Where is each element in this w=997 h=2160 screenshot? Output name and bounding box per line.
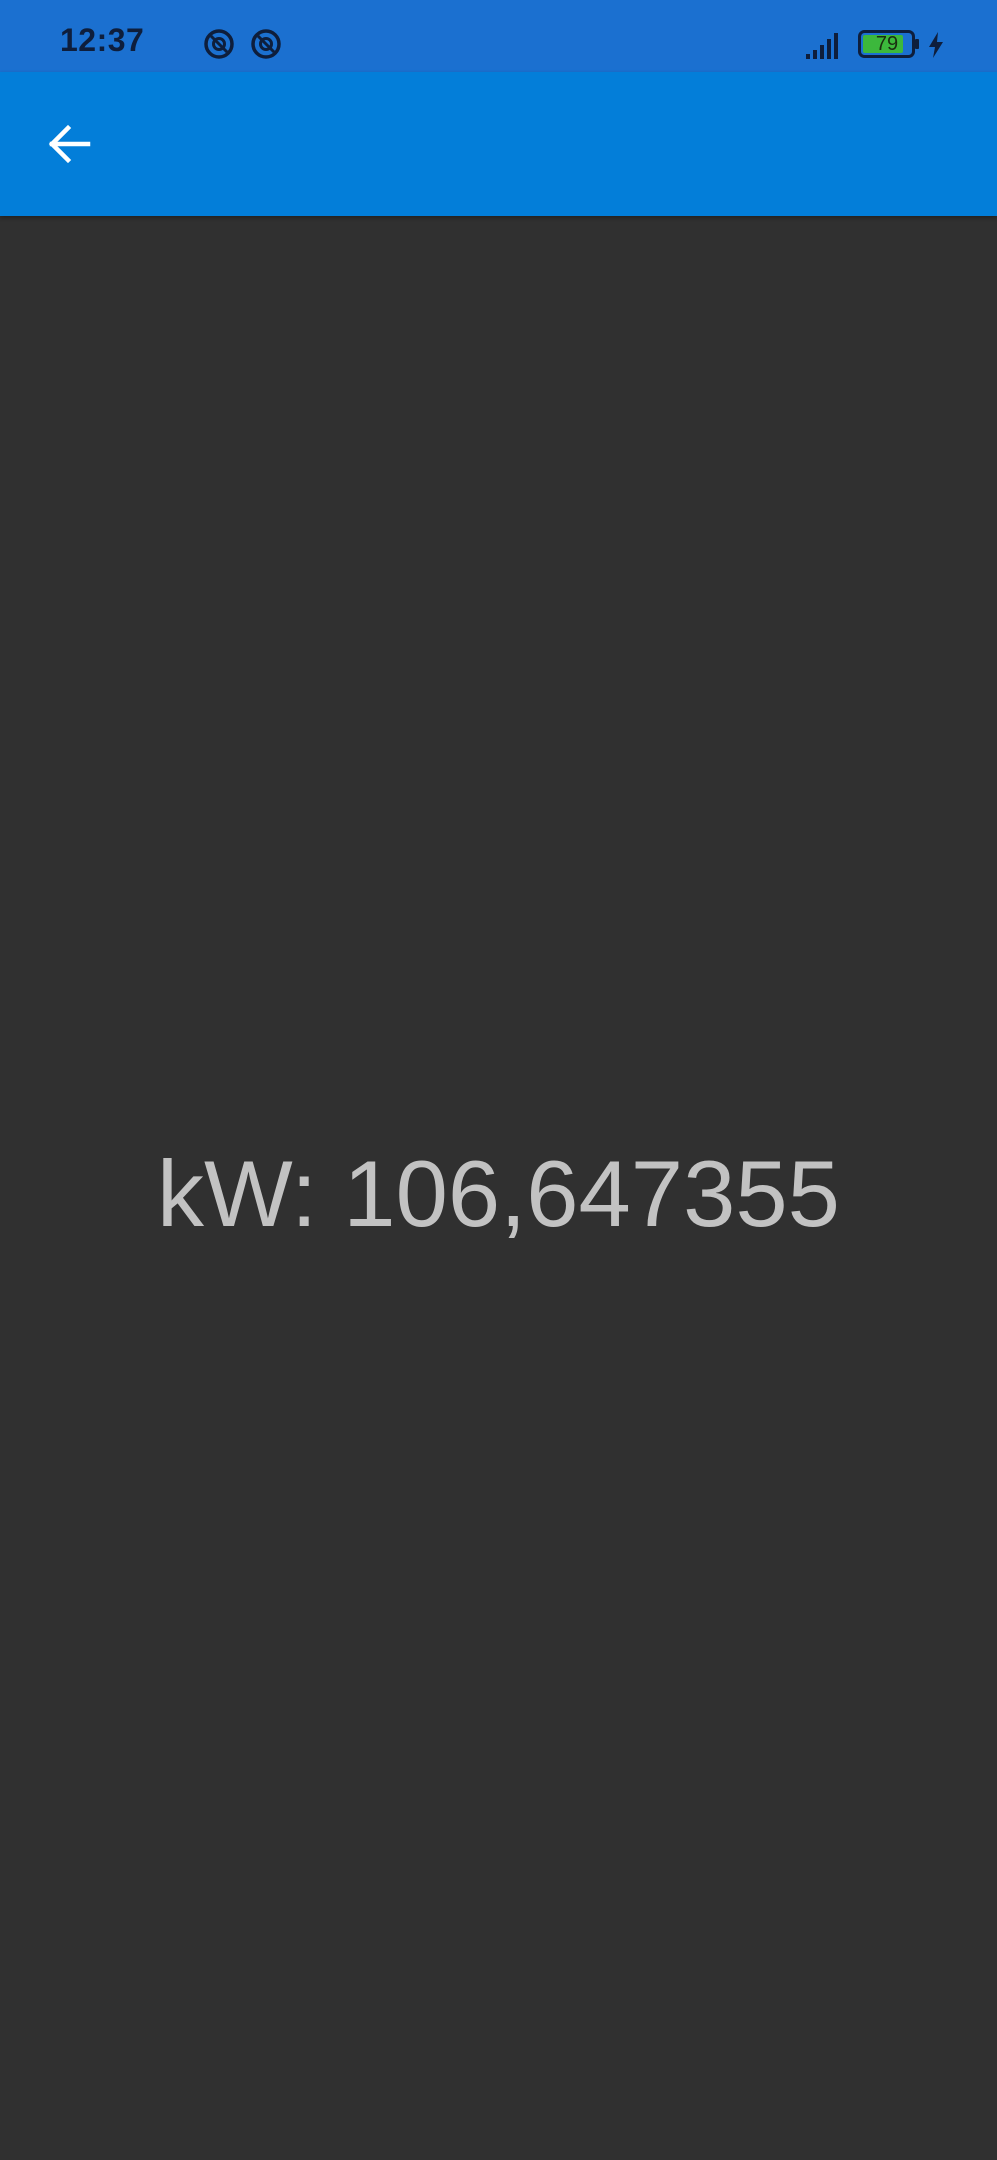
battery-level: 79 — [875, 33, 899, 55]
no-disturb-icon — [251, 29, 281, 59]
app-bar — [0, 72, 997, 216]
charging-icon — [929, 32, 943, 58]
no-disturb-icon — [204, 29, 234, 59]
back-button[interactable] — [34, 108, 106, 180]
status-time: 12:37 — [60, 22, 145, 58]
arrow-back-icon — [48, 124, 91, 164]
screen: 12:37 79 kW: 106,647355 — [0, 0, 997, 2160]
main-content: kW: 106,647355 — [0, 216, 997, 2160]
signal-icon — [806, 33, 838, 59]
status-bar: 12:37 79 — [0, 0, 997, 72]
kw-reading: kW: 106,647355 — [157, 1141, 840, 1246]
